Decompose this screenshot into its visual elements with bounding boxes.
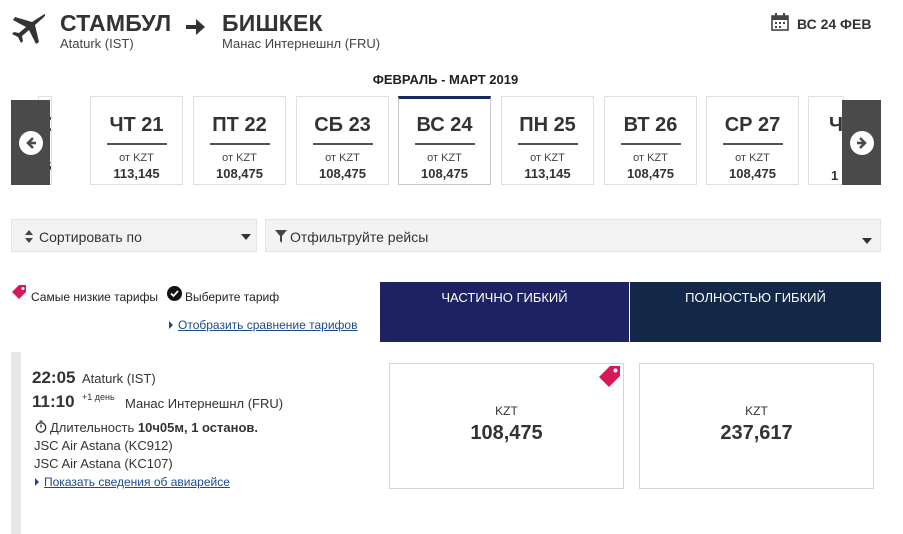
date-tab-from: от KZT [325, 152, 360, 164]
date-tab-from: от KZT [427, 152, 462, 164]
segment-2: JSC Air Astana (KC107) [34, 456, 173, 471]
month-label: ФЕВРАЛЬ - МАРТ 2019 [372, 72, 519, 87]
date-tab-price: 1 [831, 168, 839, 183]
date-tab-26[interactable]: ВТ 26 от KZT 108,475 [604, 96, 697, 185]
filter-label: Отфильтруйте рейсы [290, 229, 429, 245]
date-tab-label: Ч [829, 114, 844, 136]
duration-value: 10ч05м, 1 останов. [137, 420, 259, 435]
arrive-airport: Манас Интернешнл (FRU) [125, 396, 284, 411]
origin-city: СТАМБУЛ [60, 10, 172, 36]
fare-currency: KZT [495, 404, 518, 418]
date-tab-label: ПН 25 [519, 114, 576, 136]
date-tab-from: от KZT [222, 152, 257, 164]
arrow-right-icon [186, 19, 205, 35]
date-tab-23[interactable]: СБ 23 от KZT 108,475 [296, 96, 389, 185]
duration-label: Длительность [50, 420, 135, 435]
date-tab-21[interactable]: ЧТ 21 от KZT 113,145 [90, 96, 183, 185]
date-tab-label: ПТ 22 [212, 114, 267, 136]
segment-1: JSC Air Astana (KC912) [34, 438, 173, 453]
selected-date: ВС 24 ФЕВ [797, 16, 872, 32]
calendar-icon [771, 13, 789, 31]
fare-amount: 237,617 [720, 422, 793, 444]
plus-day-badge: +1 день [82, 392, 115, 402]
date-tab-price: 113,145 [113, 166, 160, 181]
origin-airport: Ataturk (IST) [60, 36, 134, 51]
next-dates-button[interactable] [842, 100, 881, 185]
date-tab-from: от KZT [119, 152, 154, 164]
date-tab-price: 108,475 [319, 166, 366, 181]
date-tab-from: от KZT [735, 152, 770, 164]
sort-label: Сортировать по [39, 229, 142, 245]
chevron-right-icon [849, 130, 874, 155]
triangle-right-icon [35, 478, 39, 486]
date-tab-price: 108,475 [216, 166, 263, 181]
price-tag-icon [12, 285, 26, 299]
duration: Длительность 10ч05м, 1 останов. [50, 420, 258, 435]
date-tab-price: 108,475 [421, 166, 468, 181]
date-tab-28[interactable]: Ч . 1 [808, 96, 844, 185]
prev-dates-button[interactable] [11, 100, 50, 185]
fare-column-full-flex: ПОЛНОСТЬЮ ГИБКИЙ [630, 282, 881, 342]
arrive-time: 11:10 [32, 392, 75, 411]
date-tab-price: 108,475 [729, 166, 776, 181]
legend-lowest-fares: Самые низкие тарифы [31, 290, 159, 304]
date-tab-22[interactable]: ПТ 22 от KZT 108,475 [193, 96, 286, 185]
date-tab-27[interactable]: СР 27 от KZT 108,475 [706, 96, 799, 185]
date-tab-label: ВС 24 [416, 114, 473, 136]
caret-down-icon [241, 234, 251, 240]
fare-currency: KZT [745, 404, 768, 418]
compare-fares-link[interactable]: Отобразить сравнение тарифов [178, 318, 357, 332]
date-tab-price: 113,145 [524, 166, 571, 181]
legend-choose-fare: Выберите тариф [185, 290, 280, 304]
date-tab-label: СР 27 [724, 114, 781, 136]
destination-airport: Манас Интернешнл (FRU) [222, 36, 381, 51]
date-tab-24-selected[interactable]: ВС 24 от KZT 108,475 [398, 96, 491, 185]
sort-dropdown[interactable]: Сортировать по [11, 219, 257, 252]
fare-amount: 108,475 [470, 422, 543, 444]
destination-city: БИШКЕК [222, 10, 323, 36]
filter-dropdown[interactable]: Отфильтруйте рейсы [265, 219, 881, 252]
date-tab-from: от KZT [633, 152, 668, 164]
timer-icon [35, 420, 47, 433]
date-tab-25[interactable]: ПН 25 от KZT 113,145 [501, 96, 594, 185]
date-tab-label: ЧТ 21 [109, 114, 164, 136]
flight-row-indicator [11, 352, 21, 534]
date-tab-from: от KZT [530, 152, 565, 164]
depart-airport: Ataturk (IST) [82, 371, 156, 386]
caret-down-icon [862, 238, 872, 244]
chevron-left-icon [18, 130, 43, 155]
depart-time: 22:05 [32, 368, 76, 387]
date-tab-label: ВТ 26 [623, 114, 678, 136]
triangle-right-icon [169, 321, 173, 329]
fare-option-partial[interactable]: KZT 108,475 [389, 363, 624, 489]
plane-icon [12, 14, 46, 44]
flight-details-link[interactable]: Показать сведения об авиарейсе [44, 475, 230, 489]
date-tab-label: СБ 23 [314, 114, 371, 136]
price-tag-icon [599, 366, 620, 387]
filter-icon [275, 230, 287, 243]
date-tab-price: 108,475 [627, 166, 674, 181]
fare-column-partial-flex: ЧАСТИЧНО ГИБКИЙ [380, 282, 629, 342]
check-circle-icon [167, 286, 182, 301]
fare-option-full[interactable]: KZT 237,617 [639, 363, 874, 489]
sort-icon [25, 230, 33, 243]
